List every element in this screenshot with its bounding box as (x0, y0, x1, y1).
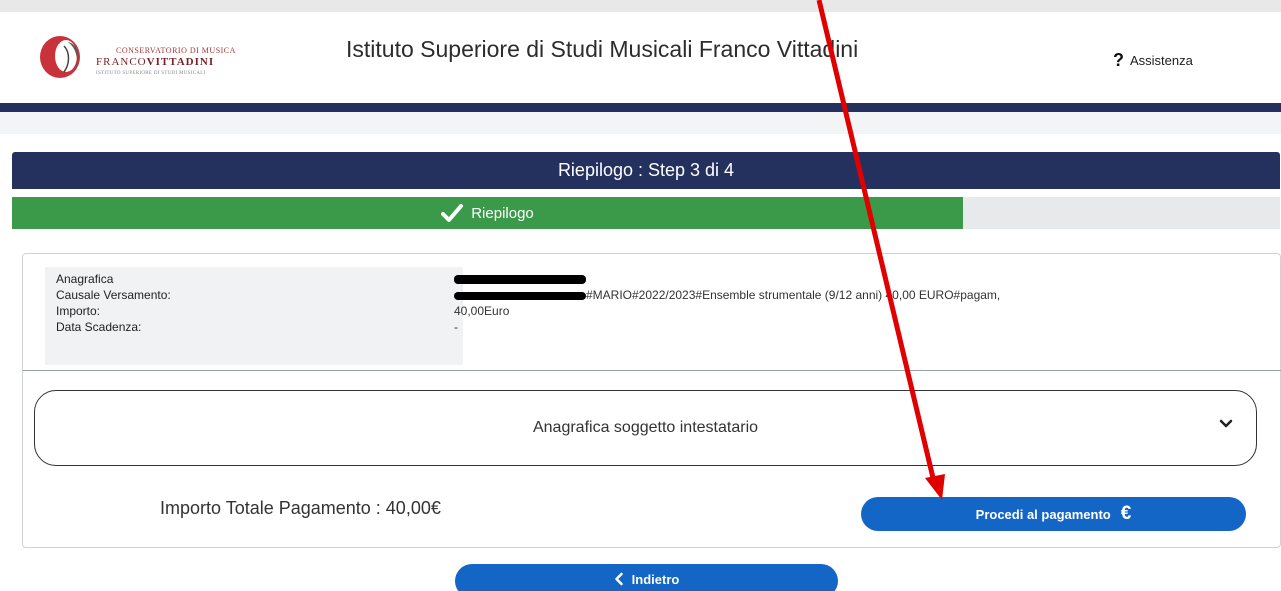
logo-text-line1: CONSERVATORIO DI MUSICA (116, 46, 236, 55)
value-causale: #MARIO#2022/2023#Ensemble strumentale (9… (454, 287, 1271, 303)
chevron-down-icon[interactable] (1218, 416, 1234, 432)
logo-text-vittadini: VITTADINI (146, 56, 215, 68)
step-title: Riepilogo : Step 3 di 4 (557, 160, 735, 180)
back-button[interactable]: Indietro (455, 564, 838, 591)
progress-track: Riepilogo (12, 197, 1280, 229)
summary-card: Anagrafica Causale Versamento: Importo: … (22, 253, 1281, 548)
pay-button-label: Procedi al pagamento (975, 506, 1111, 522)
value-data-scadenza: - (454, 320, 458, 334)
site-header: CONSERVATORIO DI MUSICA FRANCOVITTADINI … (0, 12, 1281, 102)
help-label: Assistenza (1130, 53, 1193, 68)
step-title-bar: Riepilogo : Step 3 di 4 (12, 152, 1280, 189)
progress-fill: Riepilogo (12, 197, 963, 229)
label-anagrafica: Anagrafica (56, 272, 114, 286)
check-icon (441, 204, 464, 222)
value-anagrafica (454, 271, 1271, 287)
redaction-bar (454, 291, 586, 300)
site-title: Istituto Superiore di Studi Musicali Fra… (346, 36, 859, 62)
progress-label: Riepilogo (471, 204, 534, 222)
header-band (0, 103, 1281, 112)
redaction-bar (454, 275, 586, 285)
label-importo: Importo: (56, 304, 101, 318)
question-icon: ? (1113, 50, 1124, 70)
back-button-label: Indietro (631, 572, 680, 587)
logo-text-franco: FRANCO (96, 56, 147, 68)
value-causale-text: #MARIO#2022/2023#Ensemble strumentale (9… (586, 288, 1001, 302)
divider (23, 370, 1281, 371)
anagrafica-accordion[interactable]: Anagrafica soggetto intestatario (34, 390, 1257, 466)
help-link[interactable]: ? Assistenza (1113, 50, 1193, 71)
logo-text-line3: ISTITUTO SUPERIORE DI STUDI MUSICALI (96, 71, 206, 76)
total-amount: Importo Totale Pagamento : 40,00€ (160, 498, 441, 518)
chevron-left-icon (614, 572, 623, 586)
top-strip (0, 0, 1281, 12)
label-causale: Causale Versamento: (56, 288, 171, 302)
summary-values: #MARIO#2022/2023#Ensemble strumentale (9… (441, 267, 1271, 365)
euro-icon: € (1120, 503, 1132, 524)
proceed-to-payment-button[interactable]: Procedi al pagamento € (861, 497, 1246, 531)
accordion-label: Anagrafica soggetto intestatario (532, 419, 759, 436)
conservatory-logo[interactable]: CONSERVATORIO DI MUSICA FRANCOVITTADINI … (38, 34, 278, 80)
logo-emblem-icon (40, 36, 80, 78)
label-data-scadenza: Data Scadenza: (56, 320, 142, 334)
logo-text-line2: FRANCOVITTADINI (96, 56, 214, 68)
sub-strip (0, 112, 1281, 134)
summary-labels: Anagrafica Causale Versamento: Importo: … (45, 267, 463, 365)
value-importo: 40,00Euro (454, 304, 510, 318)
